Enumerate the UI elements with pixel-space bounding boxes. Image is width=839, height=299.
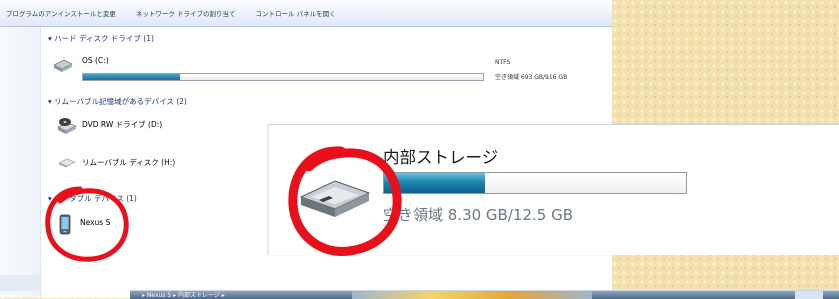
- storage-free-space: 空き領域 8.30 GB/12.5 GB: [383, 206, 573, 224]
- uninstall-program-button[interactable]: プログラムのアンインストールと変更: [6, 8, 116, 18]
- nav-pane-selected-band: [0, 275, 40, 291]
- navigation-pane[interactable]: [0, 27, 41, 298]
- group-header-hdd[interactable]: ▾ ハード ディスク ドライブ (1): [48, 33, 154, 44]
- group-header-label: リムーバブル記憶域があるデバイス (2): [54, 97, 187, 106]
- storage-usage-bar: [383, 172, 687, 194]
- drive-os-label: OS (C:): [82, 56, 109, 65]
- storage-usage-fill: [384, 173, 486, 193]
- drive-os-free-space: 空き領域 693 GB/916 GB: [495, 74, 568, 81]
- hard-disk-icon: [53, 59, 73, 72]
- group-header-portable[interactable]: ▾ ポータブル デバイス (1): [48, 193, 137, 204]
- drive-os-usage-bar: [82, 73, 484, 81]
- command-bar: プログラムのアンインストールと変更 ネットワーク ドライブの割り当て コントロー…: [0, 0, 612, 27]
- drive-os-usage-fill: [83, 74, 181, 80]
- map-network-drive-button[interactable]: ネットワーク ドライブの割り当て: [136, 8, 236, 18]
- drive-dvd-label: DVD RW ドライブ (D:): [82, 120, 163, 129]
- storage-icon: [299, 180, 371, 217]
- drive-os-filesystem: NTFS: [495, 59, 511, 66]
- phone-icon: [59, 214, 71, 235]
- removable-disk-icon: [58, 158, 76, 168]
- drive-removable-label: リムーバブル ディスク (H:): [82, 158, 176, 167]
- device-nexus-label: Nexus S: [80, 218, 111, 227]
- dvd-drive-icon: [57, 118, 77, 134]
- storage-zoom-panel: 内部ストレージ 空き領域 8.30 GB/12.5 GB: [268, 124, 839, 255]
- open-control-panel-button[interactable]: コントロール パネルを開く: [256, 8, 336, 18]
- storage-title: 内部ストレージ: [383, 148, 499, 167]
- group-header-removable[interactable]: ▾ リムーバブル記憶域があるデバイス (2): [48, 96, 187, 107]
- group-header-label: ポータブル デバイス (1): [54, 194, 137, 203]
- group-header-label: ハード ディスク ドライブ (1): [54, 34, 154, 43]
